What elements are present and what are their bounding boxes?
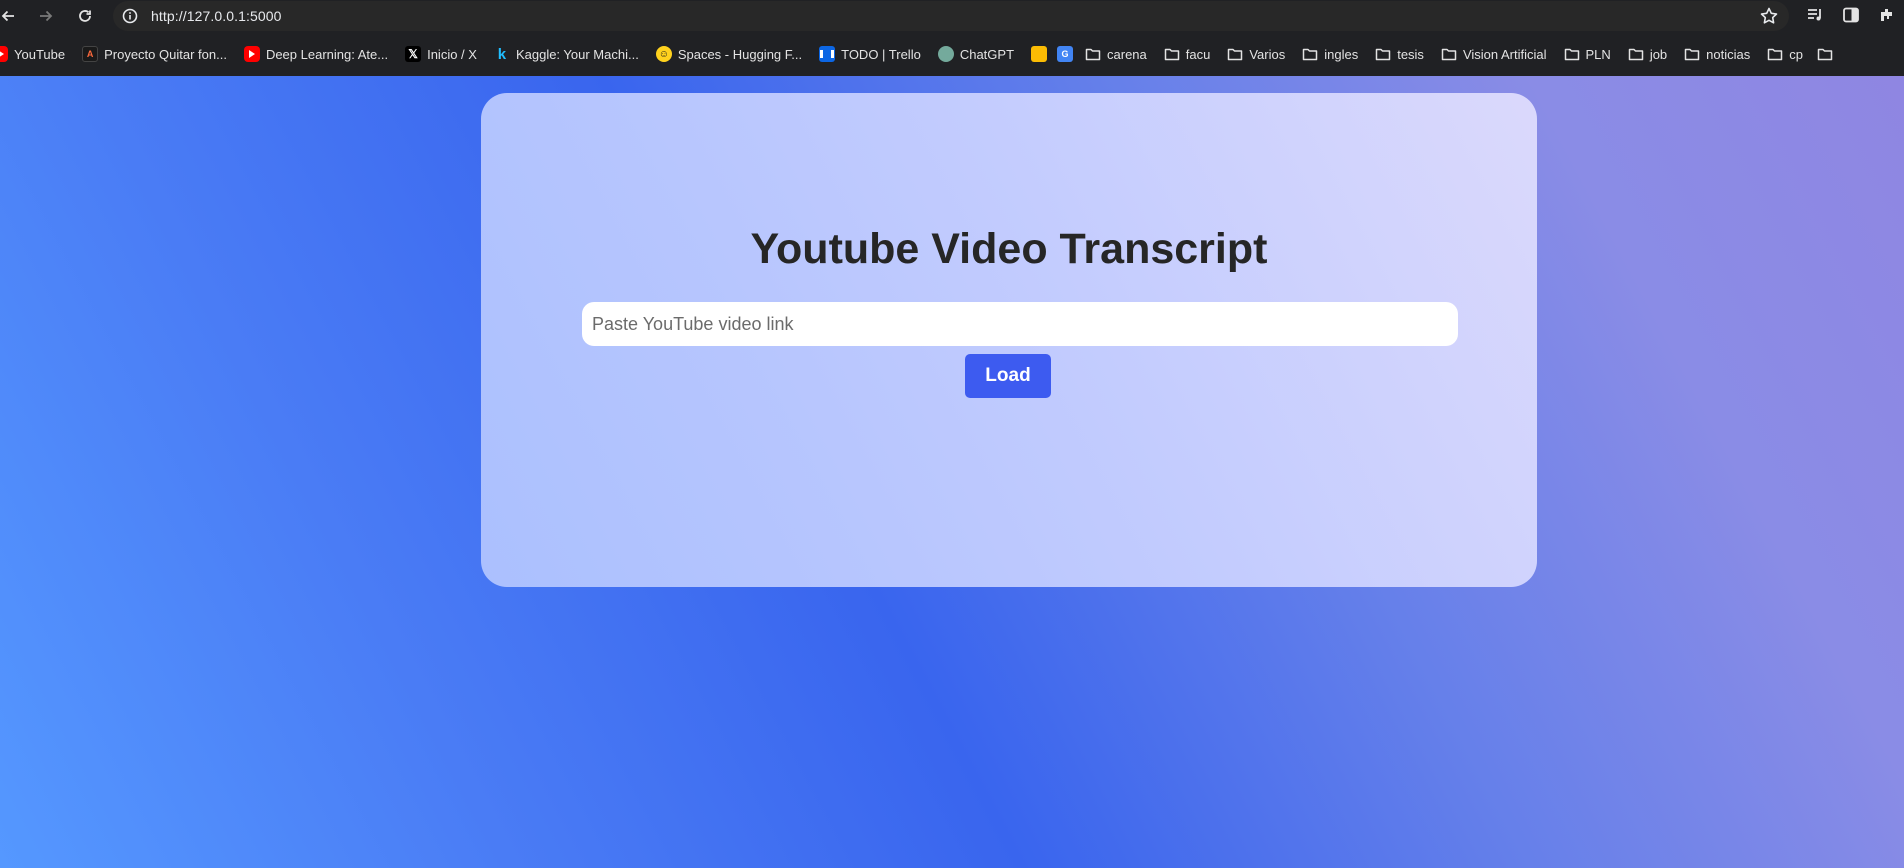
bookmark-label: noticias <box>1706 46 1751 62</box>
bookmark-label: Kaggle: Your Machi... <box>515 46 639 62</box>
browser-toolbar: http://127.0.0.1:5000 <box>0 0 1904 32</box>
bookmark-label: ChatGPT <box>959 46 1015 62</box>
bookmark-label: YouTube <box>14 46 66 62</box>
folder-icon <box>1085 46 1101 62</box>
folder-icon <box>1164 46 1180 62</box>
url-text: http://127.0.0.1:5000 <box>151 8 282 24</box>
bookmark-item[interactable]: ingles <box>1302 41 1366 67</box>
folder-icon <box>1767 46 1783 62</box>
folder-icon <box>1375 46 1391 62</box>
site-info-icon[interactable] <box>121 7 139 25</box>
bookmark-item[interactable]: noticias <box>1684 41 1758 67</box>
folder-icon <box>1628 46 1644 62</box>
bookmark-item[interactable]: G <box>1057 41 1079 67</box>
bookmark-item[interactable]: A Proyecto Quitar fon... <box>82 41 235 67</box>
bookmark-item[interactable] <box>1031 41 1053 67</box>
bookmark-label: Proyecto Quitar fon... <box>104 46 227 62</box>
bookmark-item[interactable] <box>1817 41 1839 67</box>
bookmark-label: tesis <box>1397 46 1424 62</box>
bookmark-item[interactable]: ☺ Spaces - Hugging F... <box>655 41 810 67</box>
transcript-card: Youtube Video Transcript Load <box>481 93 1537 587</box>
folder-icon <box>1227 46 1243 62</box>
bookmark-item[interactable]: facu <box>1164 41 1219 67</box>
bookmark-item[interactable]: Vision Artificial <box>1441 41 1555 67</box>
bookmark-label: Varios <box>1249 46 1286 62</box>
chatgpt-icon <box>937 46 954 62</box>
side-panel-icon[interactable] <box>1840 4 1862 26</box>
bookmark-label: cp <box>1789 46 1803 62</box>
google-translate-icon: G <box>1057 46 1074 62</box>
folder-icon <box>1302 46 1318 62</box>
x-icon: 𝕏 <box>405 46 422 62</box>
load-button[interactable]: Load <box>965 354 1051 398</box>
bookmark-label: Spaces - Hugging F... <box>677 46 803 62</box>
bookmark-label: Deep Learning: Ate... <box>265 46 389 62</box>
bookmark-item[interactable]: ChatGPT <box>937 41 1022 67</box>
page-viewport: Youtube Video Transcript Load <box>0 76 1904 868</box>
forward-arrow-icon[interactable] <box>34 4 58 28</box>
bookmark-label: carena <box>1107 46 1147 62</box>
bookmark-item[interactable]: cp <box>1767 41 1811 67</box>
adobe-icon: A <box>82 46 99 62</box>
bookmark-label: TODO | Trello <box>841 46 921 62</box>
keep-icon <box>1031 46 1048 62</box>
bookmark-label: ingles <box>1324 46 1359 62</box>
bookmark-item[interactable]: YouTube <box>0 41 73 67</box>
bookmark-label: facu <box>1185 46 1211 62</box>
bookmarks-bar: YouTube A Proyecto Quitar fon... Deep Learn… <box>0 32 1904 76</box>
folder-icon <box>1441 46 1457 62</box>
bookmark-label: PLN <box>1585 46 1611 62</box>
huggingface-icon: ☺ <box>655 46 672 62</box>
bookmark-label: job <box>1649 46 1668 62</box>
bookmark-star-icon[interactable] <box>1759 6 1779 26</box>
reload-icon[interactable] <box>73 4 97 28</box>
folder-icon <box>1564 46 1580 62</box>
bookmark-item[interactable]: k Kaggle: Your Machi... <box>494 41 647 67</box>
back-arrow-icon[interactable] <box>0 4 20 28</box>
bookmark-item[interactable]: 𝕏 Inicio / X <box>405 41 485 67</box>
extensions-icon[interactable] <box>1876 4 1898 26</box>
reading-list-icon[interactable] <box>1804 4 1826 26</box>
bookmark-item[interactable]: Varios <box>1227 41 1293 67</box>
youtube-link-input[interactable] <box>582 302 1458 346</box>
kaggle-icon: k <box>497 45 507 63</box>
address-bar[interactable]: http://127.0.0.1:5000 <box>113 1 1789 31</box>
bookmark-item[interactable]: Deep Learning: Ate... <box>243 41 396 67</box>
bookmark-label: Inicio / X <box>427 46 477 62</box>
trello-icon <box>819 46 836 62</box>
bookmark-item[interactable]: job <box>1628 41 1675 67</box>
youtube-icon <box>0 46 8 62</box>
folder-icon <box>1817 46 1833 62</box>
folder-icon <box>1684 46 1700 62</box>
toolbar-right-icons <box>1804 4 1898 26</box>
youtube-icon <box>243 46 260 62</box>
page-title: Youtube Video Transcript <box>750 225 1268 273</box>
bookmark-label: Vision Artificial <box>1462 46 1547 62</box>
bookmark-item[interactable]: PLN <box>1564 41 1619 67</box>
bookmark-item[interactable]: TODO | Trello <box>819 41 929 67</box>
bookmark-item[interactable]: carena <box>1085 41 1155 67</box>
bookmark-item[interactable]: tesis <box>1375 41 1432 67</box>
